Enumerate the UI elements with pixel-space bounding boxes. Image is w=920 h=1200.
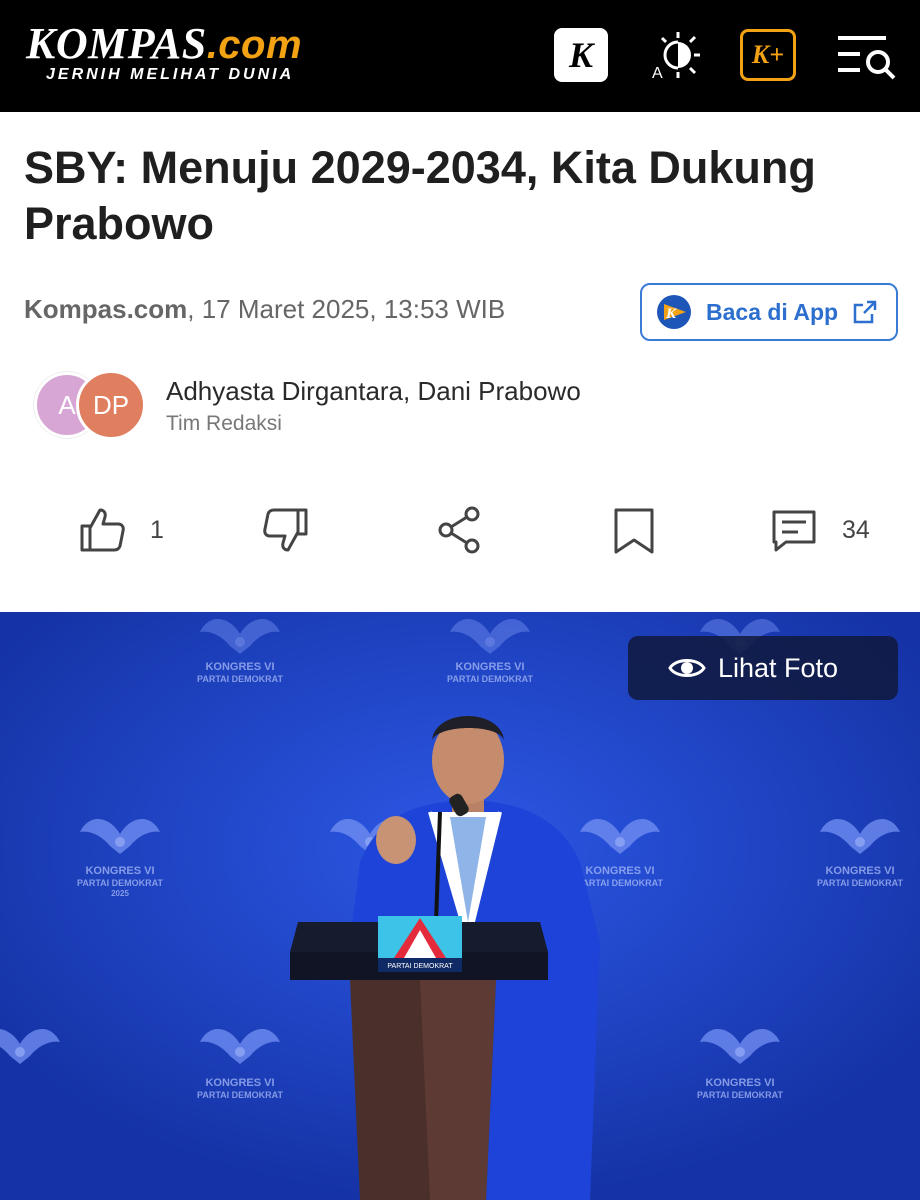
logo-wordmark: KOMPAS.com xyxy=(26,19,303,68)
stage-photo-illustration: KONGRES VI PARTAI DEMOKRAT KONGRES VI PA… xyxy=(0,612,920,1200)
backdrop-text: PARTAI DEMOKRAT xyxy=(577,878,663,888)
backdrop-text: PARTAI DEMOKRAT xyxy=(77,878,163,888)
backdrop-text: PARTAI DEMOKRAT xyxy=(197,1090,283,1100)
external-link-icon xyxy=(853,300,877,324)
article-title: SBY: Menuju 2029-2034, Kita Dukung Prabo… xyxy=(24,142,816,249)
theme-toggle-button[interactable]: A xyxy=(648,28,702,82)
top-navigation-bar: KOMPAS.com JERNIH MELIHAT DUNIA K A K+ xyxy=(0,0,920,112)
theme-toggle-icon: A xyxy=(652,32,700,80)
kompas-k-button[interactable]: K xyxy=(554,28,608,82)
comment-icon xyxy=(772,510,816,552)
logo-tagline: JERNIH MELIHAT DUNIA xyxy=(46,66,295,83)
share-button[interactable] xyxy=(434,500,486,560)
kompas-app-icon: K xyxy=(657,295,691,329)
backdrop-text: KONGRES VI xyxy=(825,865,894,877)
share-icon xyxy=(438,506,480,554)
comment-count: 34 xyxy=(842,515,870,544)
backdrop-text: PARTAI DEMOKRAT xyxy=(197,674,283,684)
backdrop-text: KONGRES VI xyxy=(585,865,654,877)
backdrop-text: KONGRES VI xyxy=(205,1077,274,1089)
kompas-k-icon: K xyxy=(568,35,593,75)
bookmark-icon xyxy=(614,508,654,554)
like-button[interactable]: 1 xyxy=(76,500,164,560)
bookmark-button[interactable] xyxy=(608,500,660,560)
svg-text:A: A xyxy=(652,65,663,80)
backdrop-text: PARTAI DEMOKRAT xyxy=(447,674,533,684)
article-source[interactable]: Kompas.com xyxy=(24,294,187,324)
eye-icon xyxy=(668,659,706,677)
svg-text:K: K xyxy=(665,306,677,322)
author-avatar-dp[interactable]: DP xyxy=(76,370,146,440)
menu-search-icon xyxy=(838,36,896,80)
backdrop-text: KONGRES VI xyxy=(455,661,524,673)
podium-label: PARTAI DEMOKRAT xyxy=(387,963,453,970)
article-meta: Kompas.com, 17 Maret 2025, 13:53 WIB xyxy=(24,294,505,325)
kompas-logo[interactable]: KOMPAS.com JERNIH MELIHAT DUNIA xyxy=(26,19,303,84)
like-count: 1 xyxy=(150,515,164,544)
backdrop-text: 2025 xyxy=(111,889,129,898)
author-names[interactable]: Adhyasta Dirgantara, Dani Prabowo xyxy=(166,376,581,407)
comment-button[interactable]: 34 xyxy=(768,500,870,560)
thumbs-down-icon xyxy=(263,508,308,552)
backdrop-text: KONGRES VI xyxy=(705,1077,774,1089)
article-date: , 17 Maret 2025, 13:53 WIB xyxy=(187,294,506,324)
kompas-plus-button[interactable]: K+ xyxy=(740,29,796,81)
kompas-plus-icon: K+ xyxy=(751,40,785,69)
menu-search-button[interactable] xyxy=(834,28,898,82)
view-photo-button[interactable]: Lihat Foto xyxy=(628,636,898,700)
read-in-app-label: Baca di App xyxy=(706,298,839,325)
view-photo-label: Lihat Foto xyxy=(718,652,839,683)
backdrop-text: KONGRES VI xyxy=(85,865,154,877)
article-photo[interactable]: KONGRES VI PARTAI DEMOKRAT KONGRES VI PA… xyxy=(0,612,920,1200)
read-in-app-button[interactable]: K Baca di App xyxy=(640,283,898,341)
backdrop-text: PARTAI DEMOKRAT xyxy=(817,878,903,888)
backdrop-text: KONGRES VI xyxy=(205,661,274,673)
backdrop-text: PARTAI DEMOKRAT xyxy=(697,1090,783,1100)
author-role: Tim Redaksi xyxy=(166,412,282,435)
dislike-button[interactable] xyxy=(260,500,312,560)
thumbs-up-icon xyxy=(80,508,125,552)
